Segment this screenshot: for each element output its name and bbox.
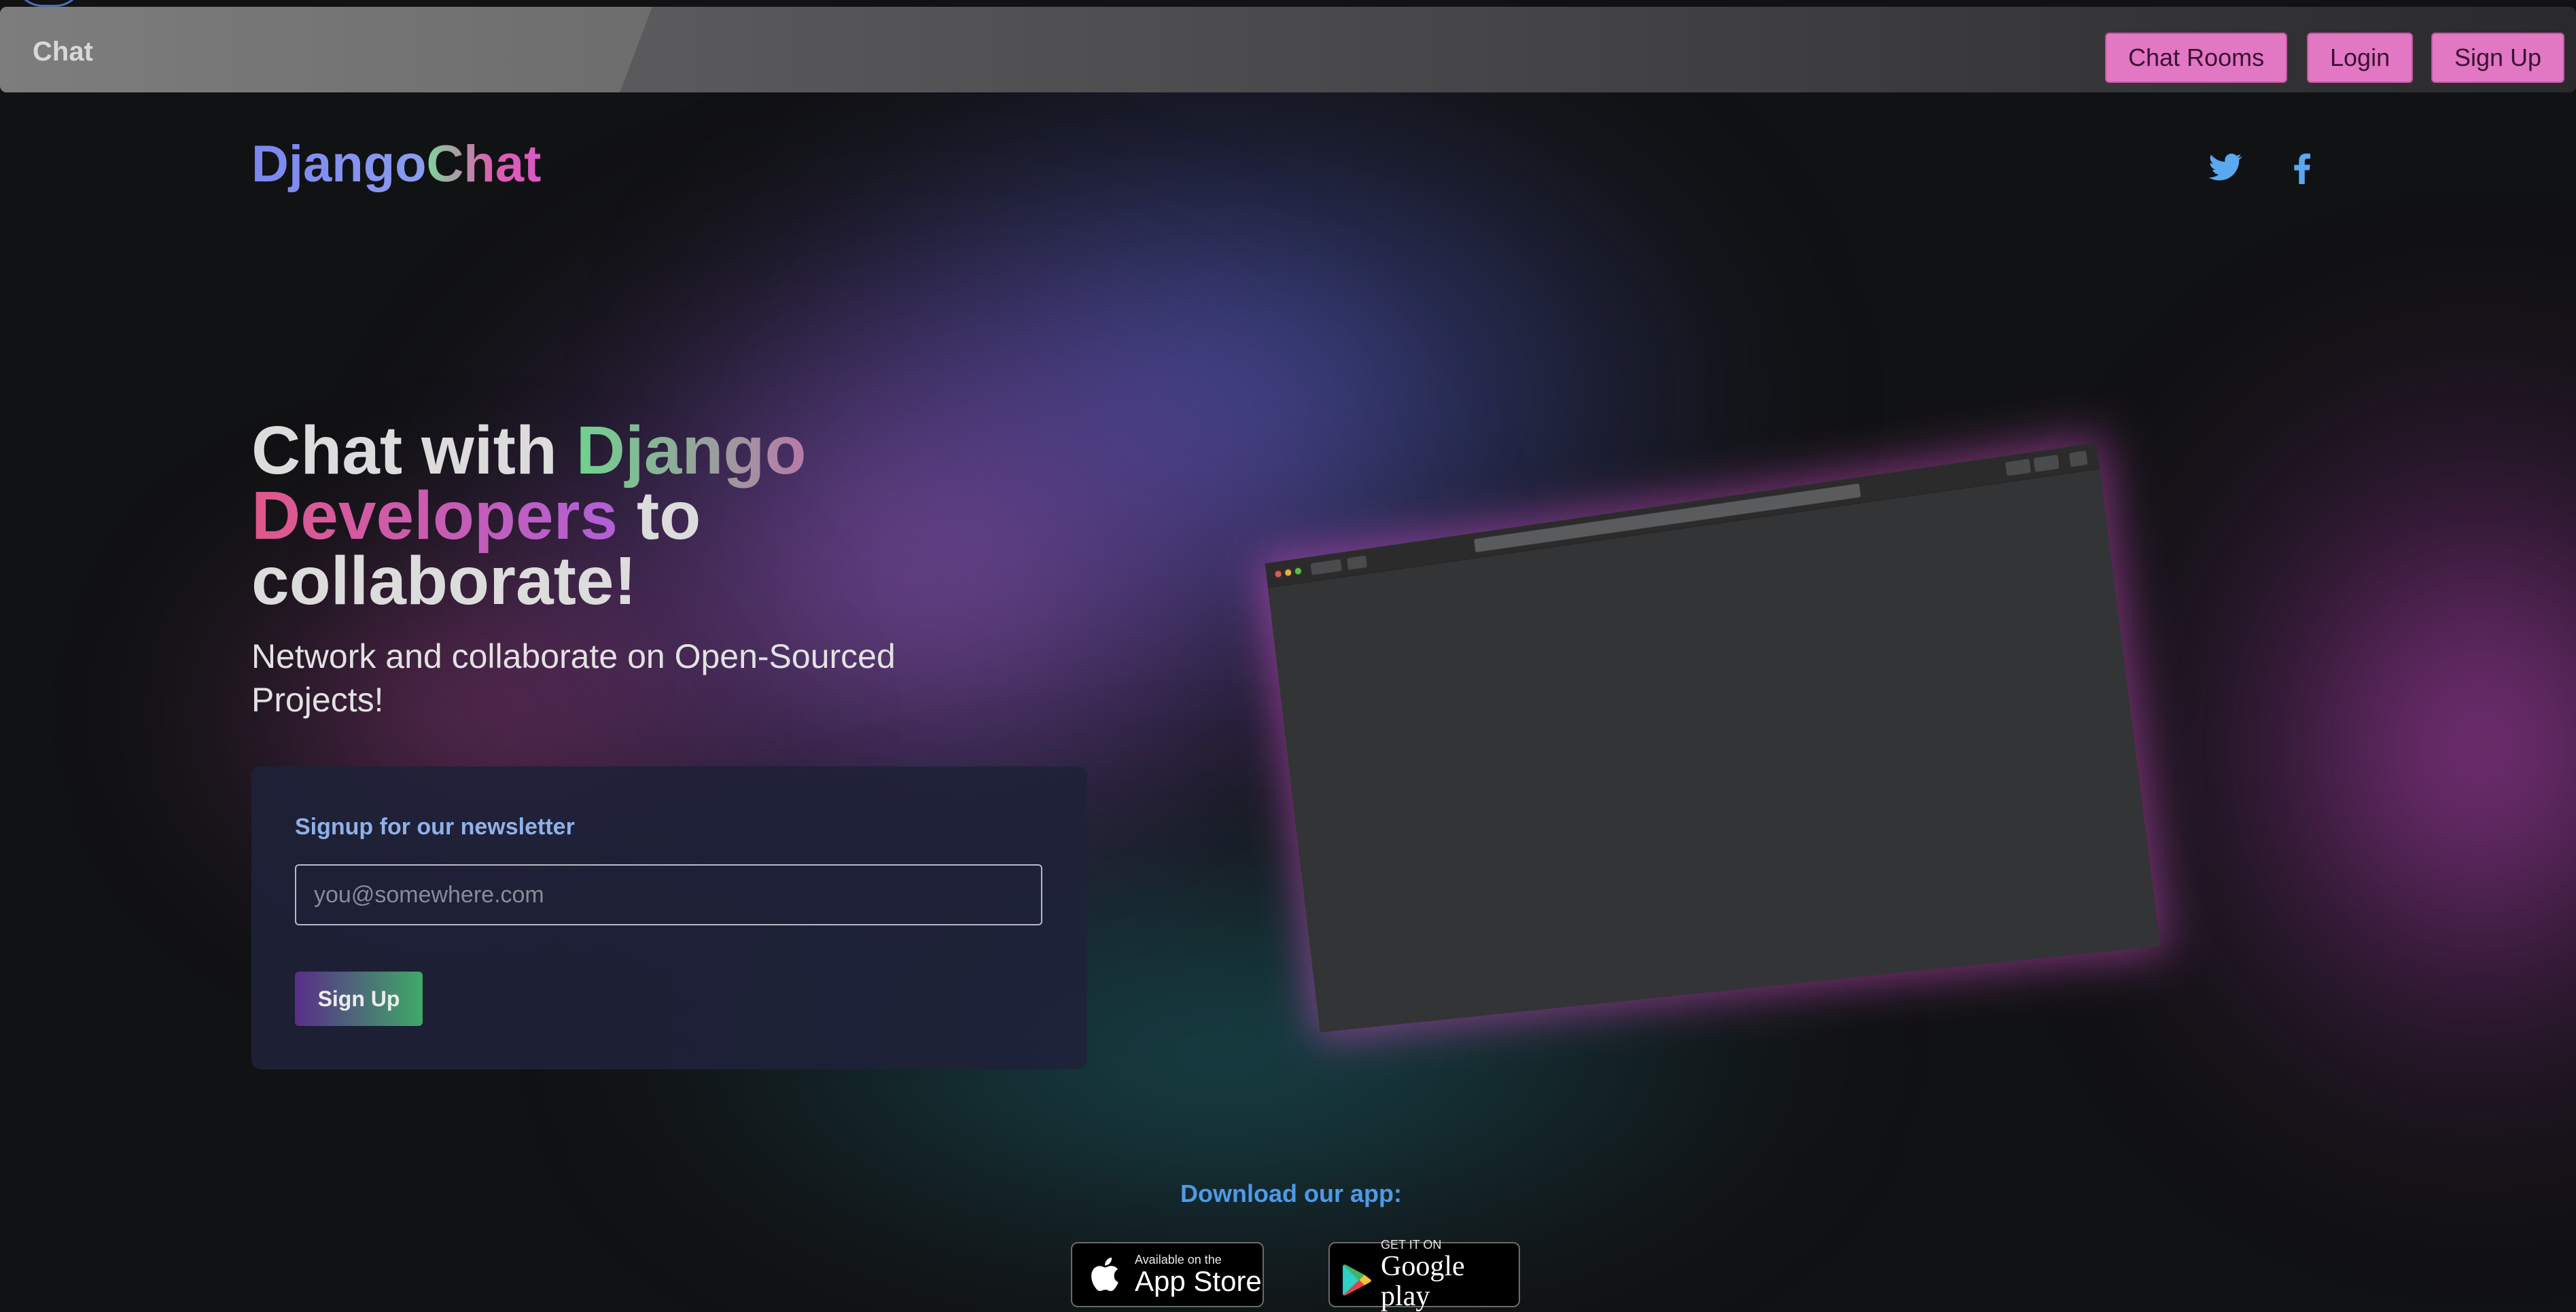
facebook-icon[interactable] [2282,147,2323,188]
mockup-maximize-dot [1294,567,1302,575]
logo-part-chat: Chat [426,135,542,193]
hero-subtitle: Network and collaborate on Open-Sourced … [251,637,896,719]
mockup-tabs [2033,455,2060,472]
twitter-icon[interactable] [2204,147,2245,188]
mockup-add-tab [2068,450,2088,467]
logo-part-django: Django [251,135,427,193]
google-play-small-text: GET IT ON [1381,1238,1442,1252]
newsletter-title: Signup for our newsletter [295,814,575,840]
newsletter-card: Signup for our newsletter Sign Up [251,766,1087,1069]
site-logo[interactable]: DjangoChat [251,135,541,194]
google-play-icon [1343,1264,1371,1296]
login-button[interactable]: Login [2307,33,2414,83]
app-store-badge[interactable]: Available on the App Store [1071,1242,1264,1307]
google-play-big-text: Google play [1381,1251,1465,1312]
chat-rooms-button[interactable]: Chat Rooms [2105,33,2288,83]
newsletter-sign-up-button[interactable]: Sign Up [295,972,423,1026]
mockup-minimize-dot [1284,569,1292,577]
hero-title-text-3: collaborate! [251,543,637,619]
apple-icon [1091,1257,1118,1292]
app-store-small-text: Available on the [1135,1253,1222,1266]
background-glow-right [2106,306,2576,1189]
download-app-label: Download our app: [1180,1180,1402,1207]
navbar: Chat Chat Rooms Login Sign Up [0,7,2576,92]
mockup-close-dot [1274,570,1282,578]
mockup-back-forward [1310,559,1342,575]
app-store-big-text: App Store [1135,1265,1262,1297]
sign-up-button[interactable]: Sign Up [2431,33,2565,83]
newsletter-email-input[interactable] [295,864,1042,925]
mockup-sidebar-toggle [1347,555,1367,570]
navbar-brand[interactable]: Chat [33,37,93,67]
mockup-share [2005,459,2031,476]
google-play-badge[interactable]: GET IT ON Google play [1328,1238,1520,1311]
navbar-brand-panel [0,7,652,92]
hero-title: Chat with Django Developers to collabora… [251,416,1067,615]
